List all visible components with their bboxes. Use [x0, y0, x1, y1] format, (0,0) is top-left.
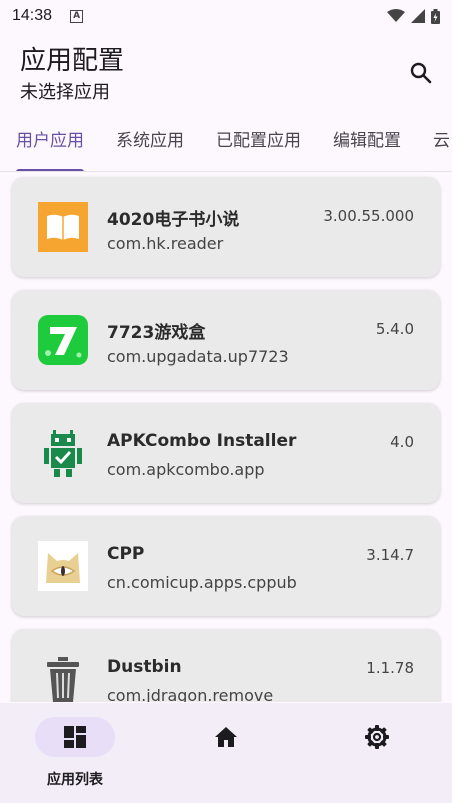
- app-card[interactable]: 4020电子书小说 com.hk.reader 3.00.55.000: [12, 177, 440, 277]
- status-time: 14:38: [12, 7, 53, 24]
- nav-app-list-label: 应用列表: [47, 772, 103, 788]
- nav-settings-pill: [337, 717, 417, 757]
- app-package: com.hk.reader: [107, 234, 224, 253]
- nav-home-pill: [186, 717, 266, 757]
- search-icon: [410, 62, 432, 84]
- app-name: CPP: [107, 544, 145, 564]
- page-title: 应用配置: [20, 46, 125, 76]
- tab-cloud[interactable]: 云: [417, 120, 452, 171]
- app-name: APKCombo Installer: [107, 431, 297, 451]
- top-app-bar: 应用配置 未选择应用: [0, 32, 452, 112]
- app-version: 1.1.78: [366, 659, 414, 677]
- app-name: 4020电子书小说: [107, 210, 240, 230]
- nav-settings[interactable]: [327, 717, 427, 797]
- cat-icon: [38, 541, 88, 591]
- app-card[interactable]: 7723游戏盒 com.upgadata.up7723 5.4.0: [12, 290, 440, 390]
- wifi-icon: [387, 9, 405, 22]
- notification-icon: A: [70, 9, 84, 23]
- signal-icon: [411, 9, 425, 23]
- dashboard-icon: [64, 726, 86, 748]
- status-bar: 14:38 A: [0, 0, 452, 32]
- nav-app-list[interactable]: 应用列表: [25, 717, 125, 797]
- app-package: com.jdragon.remove: [107, 686, 274, 702]
- nav-indicator: [35, 717, 115, 757]
- app-version: 3.00.55.000: [323, 207, 414, 225]
- app-name: 7723游戏盒: [107, 323, 206, 343]
- tab-bar: 用户应用 系统应用 已配置应用 编辑配置 云: [0, 120, 452, 172]
- search-button[interactable]: [404, 56, 438, 90]
- battery-icon: [431, 8, 440, 24]
- app-card[interactable]: APKCombo Installer com.apkcombo.app 4.0: [12, 403, 440, 503]
- tab-system-apps[interactable]: 系统应用: [100, 120, 200, 171]
- app-card[interactable]: CPP cn.comicup.apps.cppub 3.14.7: [12, 516, 440, 616]
- app-version: 5.4.0: [375, 320, 414, 338]
- 7723-icon: [38, 315, 88, 365]
- tab-edit-config[interactable]: 编辑配置: [317, 120, 417, 171]
- app-package: cn.comicup.apps.cppub: [107, 573, 297, 592]
- home-icon: [215, 727, 237, 747]
- app-package: com.upgadata.up7723: [107, 347, 289, 366]
- tab-configured-apps[interactable]: 已配置应用: [200, 120, 317, 171]
- android-robot-icon: [38, 428, 88, 478]
- app-version: 3.14.7: [366, 546, 414, 564]
- app-version: 4.0: [390, 433, 414, 451]
- status-icons: [387, 8, 440, 24]
- app-name: Dustbin: [107, 657, 182, 677]
- trash-can-icon: [38, 654, 88, 702]
- bottom-navigation: 应用列表: [0, 703, 452, 803]
- app-package: com.apkcombo.app: [107, 460, 265, 479]
- tab-user-apps[interactable]: 用户应用: [0, 120, 100, 171]
- book-icon: [38, 202, 88, 252]
- gear-icon: [365, 725, 389, 749]
- app-list: 4020电子书小说 com.hk.reader 3.00.55.000 7723…: [0, 172, 452, 702]
- page-subtitle: 未选择应用: [20, 82, 110, 103]
- app-card[interactable]: Dustbin com.jdragon.remove 1.1.78: [12, 629, 440, 702]
- nav-home[interactable]: [176, 717, 276, 797]
